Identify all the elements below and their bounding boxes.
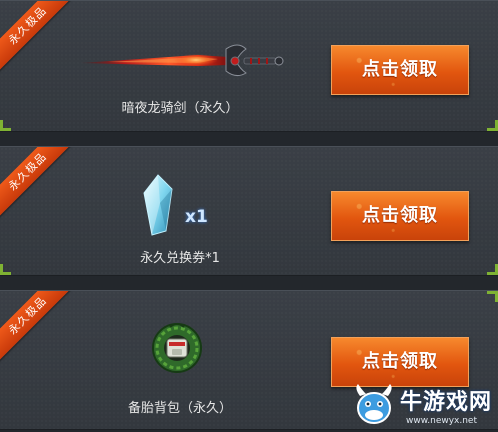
corner-decoration bbox=[0, 120, 11, 131]
permanent-ribbon: 永久极品 bbox=[0, 291, 76, 364]
permanent-ribbon: 永久极品 bbox=[0, 1, 76, 74]
corner-decoration bbox=[487, 291, 498, 302]
item-name: 备胎背包（永久） bbox=[127, 401, 232, 416]
crystal-icon bbox=[138, 173, 178, 241]
corner-decoration bbox=[487, 120, 498, 131]
permanent-ribbon: 永久极品 bbox=[0, 147, 76, 220]
watermark-name: 牛游戏网 bbox=[400, 390, 493, 415]
tire-backpack-icon bbox=[150, 321, 204, 379]
item-quantity: x1 bbox=[185, 207, 208, 227]
site-watermark: 牛游戏网 www.newyx.net bbox=[350, 380, 498, 430]
claim-button[interactable]: 点击领取 bbox=[331, 45, 469, 95]
claim-button[interactable]: 点击领取 bbox=[331, 191, 469, 241]
item-name: 永久兑换券*1 bbox=[140, 251, 220, 266]
corner-decoration bbox=[487, 264, 498, 275]
watermark-url: www.newyx.net bbox=[406, 416, 478, 426]
reward-panel-2: 永久极品 x1 永久兑换券*1 点击领取 bbox=[0, 146, 498, 276]
corner-decoration bbox=[0, 264, 11, 275]
reward-panel-1: 永久极品 暗夜龙骑剑（永久） 点击领取 bbox=[0, 0, 498, 132]
sword-icon bbox=[78, 39, 288, 87]
cow-logo-icon bbox=[350, 380, 398, 432]
item-name: 暗夜龙骑剑（永久） bbox=[121, 101, 239, 116]
